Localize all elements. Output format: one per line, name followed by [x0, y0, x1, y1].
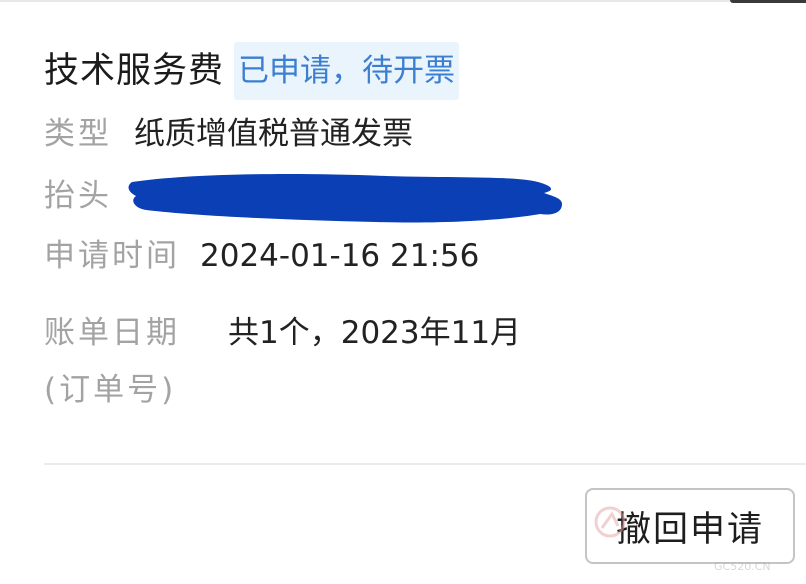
withdraw-application-button[interactable]: 撤回申请 [585, 488, 795, 564]
section-divider [44, 463, 806, 465]
title-row: 技术服务费 已申请，待开票 [44, 42, 460, 100]
top-divider [0, 0, 806, 2]
invoice-type-value: 纸质增值税普通发票 [134, 116, 413, 152]
order-number-row: (订单号) [44, 364, 176, 409]
invoice-type-label: 类型 [44, 116, 112, 152]
invoice-type-row: 类型 纸质增值税普通发票 [44, 108, 413, 153]
bill-date-row: 账单日期 共1个，2023年11月 [44, 307, 521, 352]
invoice-detail-page: 技术服务费 已申请，待开票 类型 纸质增值税普通发票 抬头 申请时间 2024-… [0, 0, 806, 584]
apply-time-value: 2024-01-16 21:56 [200, 238, 480, 274]
status-badge: 已申请，待开票 [234, 42, 460, 100]
service-fee-title: 技术服务费 [44, 51, 225, 91]
apply-time-row: 申请时间 2024-01-16 21:56 [44, 230, 479, 275]
redaction-scribble [128, 174, 562, 223]
top-corner-bar [730, 0, 806, 3]
order-number-label: (订单号) [44, 372, 177, 408]
bill-date-label: 账单日期 [44, 315, 180, 351]
apply-time-label: 申请时间 [44, 238, 180, 274]
invoice-header-row: 抬头 [44, 170, 112, 215]
invoice-header-label: 抬头 [44, 178, 112, 214]
bill-date-value: 共1个，2023年11月 [228, 315, 522, 351]
